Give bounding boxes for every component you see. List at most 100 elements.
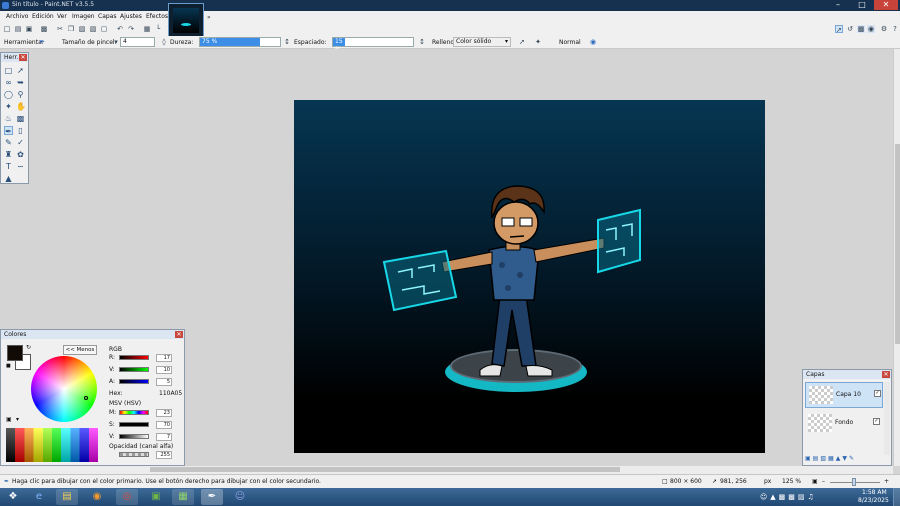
clock-date[interactable]: 8/23/2025 xyxy=(858,497,889,504)
layers-scrollbar[interactable] xyxy=(884,382,890,455)
value-slider[interactable] xyxy=(119,434,149,439)
alpha-slider[interactable] xyxy=(119,452,149,457)
layer-row[interactable]: Fondo ✓ xyxy=(805,411,883,437)
palette-menu-icon[interactable]: ▾ xyxy=(16,416,19,423)
antialias-icon[interactable]: ◊ xyxy=(160,38,168,46)
magic-wand-icon[interactable]: ✦ xyxy=(4,102,13,111)
zoom-in-icon[interactable]: + xyxy=(884,478,889,485)
zoom-level[interactable]: 125 % xyxy=(782,478,801,485)
start-orb-icon[interactable]: ❖ xyxy=(2,489,24,505)
layer-properties-icon[interactable]: ✎ xyxy=(849,455,856,462)
clock-time[interactable]: 1:58 AM xyxy=(862,489,887,496)
horizontal-scroll-thumb[interactable] xyxy=(150,467,620,472)
brush-size-field[interactable]: 4 xyxy=(120,37,155,47)
menu-ver[interactable]: Ver xyxy=(57,13,67,20)
clone-stamp-icon[interactable]: ♜ xyxy=(4,150,13,159)
zoom-slider-thumb[interactable] xyxy=(852,478,856,486)
move-pixels-icon[interactable]: ➥ xyxy=(16,78,25,87)
green-slider[interactable] xyxy=(119,367,149,372)
chrome-icon[interactable]: ◎ xyxy=(116,489,138,505)
show-desktop-button[interactable] xyxy=(893,488,900,506)
color-wheel[interactable] xyxy=(31,356,97,422)
alpha-blending-icon[interactable]: ✦ xyxy=(534,38,542,46)
colors-palette-close-button[interactable]: ✕ xyxy=(175,331,183,338)
menu-efectos[interactable]: Efectos xyxy=(146,13,168,20)
rectangle-select-icon[interactable]: □ xyxy=(4,66,13,75)
tools-palette-close-button[interactable]: ✕ xyxy=(19,54,27,61)
saturation-value-field[interactable]: 70 xyxy=(156,421,172,429)
help-icon[interactable]: ? xyxy=(891,25,899,33)
lasso-select-icon[interactable]: ∞ xyxy=(4,78,13,87)
eraser-icon[interactable]: ▯ xyxy=(16,126,25,135)
ellipse-select-icon[interactable]: ◯ xyxy=(4,90,13,99)
primary-color-swatch[interactable] xyxy=(7,345,23,361)
less-button[interactable]: << Menos xyxy=(63,345,97,355)
spacing-slider[interactable]: 15 % xyxy=(332,37,414,53)
spacing-stepper[interactable]: ↕ xyxy=(418,38,426,46)
gradient-icon[interactable]: ▩ xyxy=(16,114,25,123)
brush-tool-icon[interactable]: ✒ xyxy=(38,38,46,46)
grid-icon[interactable]: ▦ xyxy=(143,25,151,33)
paintnet-icon[interactable]: ✒ xyxy=(201,489,223,505)
menu-capas[interactable]: Capas xyxy=(98,13,116,20)
antialiasing-toggle-icon[interactable]: ➚ xyxy=(518,38,526,46)
add-color-icon[interactable]: ▣ xyxy=(6,416,12,423)
deselect-icon[interactable]: ▢ xyxy=(100,25,108,33)
shapes-icon[interactable]: ▲ xyxy=(4,174,13,183)
move-selection-icon[interactable]: ➚ xyxy=(16,66,25,75)
move-layer-down-icon[interactable]: ▼ xyxy=(842,455,849,462)
cut-icon[interactable]: ✂ xyxy=(56,25,64,33)
pencil-icon[interactable]: ✎ xyxy=(4,138,13,147)
settings-icon[interactable]: ⚙ xyxy=(880,25,888,33)
value-value-field[interactable]: 7 xyxy=(156,433,172,441)
fill-dropdown[interactable]: Color sólido ▾ xyxy=(453,37,511,47)
saturation-slider[interactable] xyxy=(119,422,149,427)
layer-visibility-checkbox[interactable]: ✓ xyxy=(873,418,880,425)
green-value-field[interactable]: 10 xyxy=(156,366,172,374)
discord-icon[interactable]: ☺ xyxy=(229,489,251,505)
red-slider[interactable] xyxy=(119,355,149,360)
duplicate-layer-icon[interactable]: ▧ xyxy=(820,455,828,462)
system-tray-icons[interactable]: ☺▲▩▩▨♫ xyxy=(760,493,817,501)
color-picker-icon[interactable]: ✓ xyxy=(16,138,25,147)
layers-palette-close-button[interactable]: ✕ xyxy=(882,371,890,378)
hue-slider[interactable] xyxy=(119,410,149,415)
tools-window-icon[interactable]: ➚ xyxy=(835,25,843,34)
layer-row[interactable]: Capa 10 ✓ xyxy=(805,382,883,408)
text-icon[interactable]: T xyxy=(4,162,13,171)
hex-value[interactable]: 110A05 xyxy=(159,390,182,397)
minecraft-icon[interactable]: ▣ xyxy=(145,489,167,505)
paintbrush-icon[interactable]: ✒ xyxy=(4,126,13,136)
image-thumbnail-tab[interactable] xyxy=(168,3,204,37)
print-icon[interactable]: ▩ xyxy=(40,25,48,33)
swap-colors-icon[interactable]: ↻ xyxy=(26,344,31,351)
blend-mode[interactable]: Normal xyxy=(559,39,581,46)
minimize-button[interactable]: – xyxy=(826,0,850,10)
unit-selector[interactable]: px xyxy=(764,478,771,485)
colors-window-icon[interactable]: ◉ xyxy=(867,25,875,33)
alpha-value-field[interactable]: 255 xyxy=(156,451,172,459)
brush-size-decrease-icon[interactable]: ▾ xyxy=(112,38,120,46)
line-curve-icon[interactable]: ∽ xyxy=(16,162,25,171)
red-value-field[interactable]: 17 xyxy=(156,354,172,362)
zoom-out-icon[interactable]: – xyxy=(822,478,825,485)
open-file-icon[interactable]: ▤ xyxy=(14,25,22,33)
redo-icon[interactable]: ↷ xyxy=(127,25,135,33)
layers-window-icon[interactable]: ▩ xyxy=(857,25,865,33)
paste-icon[interactable]: ▧ xyxy=(78,25,86,33)
image-canvas[interactable] xyxy=(294,100,765,453)
vertical-scroll-thumb[interactable] xyxy=(895,144,900,344)
blender-icon[interactable]: ◉ xyxy=(86,489,108,505)
save-icon[interactable]: ▣ xyxy=(25,25,33,33)
menu-imagen[interactable]: Imagen xyxy=(72,13,95,20)
hue-value-field[interactable]: 23 xyxy=(156,409,172,417)
history-window-icon[interactable]: ↺ xyxy=(846,25,854,33)
add-layer-icon[interactable]: ▣ xyxy=(805,455,813,462)
paint-bucket-icon[interactable]: ♨ xyxy=(4,114,13,123)
hardness-slider[interactable]: 75 % xyxy=(199,37,281,47)
layer-visibility-checkbox[interactable]: ✓ xyxy=(874,390,881,397)
horizontal-scrollbar[interactable] xyxy=(0,466,893,474)
crop-icon[interactable]: ▧ xyxy=(89,25,97,33)
menu-ajustes[interactable]: Ajustes xyxy=(120,13,142,20)
explorer-icon[interactable]: ▤ xyxy=(56,489,78,505)
